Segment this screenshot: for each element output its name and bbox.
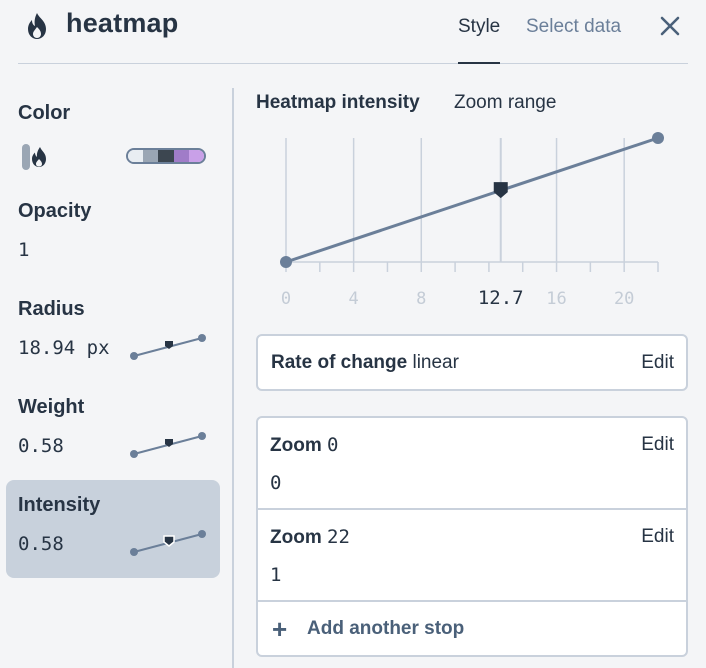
color-ramp[interactable] <box>126 148 206 164</box>
mini-ramp-chart <box>130 530 206 556</box>
rate-of-change-card[interactable]: Rate of change linear Edit <box>256 334 688 391</box>
property-value: 0.58 <box>18 533 64 555</box>
property-label: Intensity <box>18 494 101 516</box>
intensity-zoom-chart[interactable]: 0 4 8 12.7 16 20 <box>256 126 688 316</box>
stop-value: 1 <box>270 564 282 586</box>
color-flame-icon <box>22 144 46 170</box>
add-stop-label: Add another stop <box>307 618 465 639</box>
current-zoom-marker <box>493 182 508 199</box>
panel-divider <box>232 88 234 668</box>
property-opacity[interactable]: Opacity 1 <box>6 186 220 284</box>
tab-zoom-range[interactable]: Zoom range <box>454 92 556 114</box>
tick-label: 0 <box>281 289 291 309</box>
panel-header: heatmap Style Select data <box>18 0 688 64</box>
edit-stop-button[interactable]: Edit <box>641 526 674 548</box>
stop-zoom: 22 <box>327 526 350 548</box>
tab-heatmap-intensity[interactable]: Heatmap intensity <box>256 92 420 114</box>
data-point <box>652 132 664 144</box>
stop-zoom: 0 <box>327 434 339 456</box>
flame-icon <box>28 13 46 39</box>
stop-label: Zoom <box>270 435 322 456</box>
edit-stop-button[interactable]: Edit <box>641 434 674 456</box>
edit-rate-button[interactable]: Edit <box>641 352 674 374</box>
rate-value: linear <box>412 352 459 373</box>
property-value: 18.94 px <box>18 337 110 359</box>
series-line <box>285 136 659 264</box>
property-radius[interactable]: Radius 18.94 px <box>6 284 220 382</box>
property-label: Color <box>18 102 71 124</box>
property-value: 1 <box>18 239 30 261</box>
property-label: Radius <box>18 298 85 320</box>
property-editor: Heatmap intensity Zoom range 0 4 8 12.7 16 20… <box>256 88 688 657</box>
data-point <box>280 256 292 268</box>
tick-label: 20 <box>614 289 634 309</box>
tick-label: 4 <box>349 289 359 309</box>
property-label: Opacity <box>18 200 92 222</box>
close-icon[interactable] <box>658 14 682 38</box>
plus-icon: + <box>272 614 288 644</box>
zoom-stop[interactable]: Zoom 0 0 Edit <box>258 418 686 510</box>
property-label: Weight <box>18 396 85 418</box>
stop-label: Zoom <box>270 527 322 548</box>
tick-label: 16 <box>546 289 566 309</box>
property-weight[interactable]: Weight 0.58 <box>6 382 220 480</box>
property-color[interactable]: Color <box>6 88 220 186</box>
tick-label: 8 <box>416 289 426 309</box>
rate-label: Rate of change <box>271 352 408 373</box>
stop-value: 0 <box>270 472 282 494</box>
tab-select-data[interactable]: Select data <box>526 16 621 58</box>
tick-label: 12.7 <box>478 287 524 309</box>
mini-ramp-chart <box>130 334 206 360</box>
mini-ramp-chart <box>130 432 206 458</box>
property-value: 0.58 <box>18 435 64 457</box>
zoom-stops-card: Zoom 0 0 Edit Zoom 22 1 Edit + Add anoth… <box>256 416 688 657</box>
tab-style[interactable]: Style <box>458 16 501 64</box>
property-intensity[interactable]: Intensity 0.58 <box>6 480 220 578</box>
property-sidebar: Color Opacity 1 Radius 18.94 px Weight 0… <box>6 88 220 578</box>
add-stop-button[interactable]: + Add another stop <box>258 602 686 657</box>
zoom-stop[interactable]: Zoom 22 1 Edit <box>258 510 686 602</box>
editor-tabs: Heatmap intensity Zoom range <box>256 88 688 118</box>
layer-title: heatmap <box>66 8 179 38</box>
